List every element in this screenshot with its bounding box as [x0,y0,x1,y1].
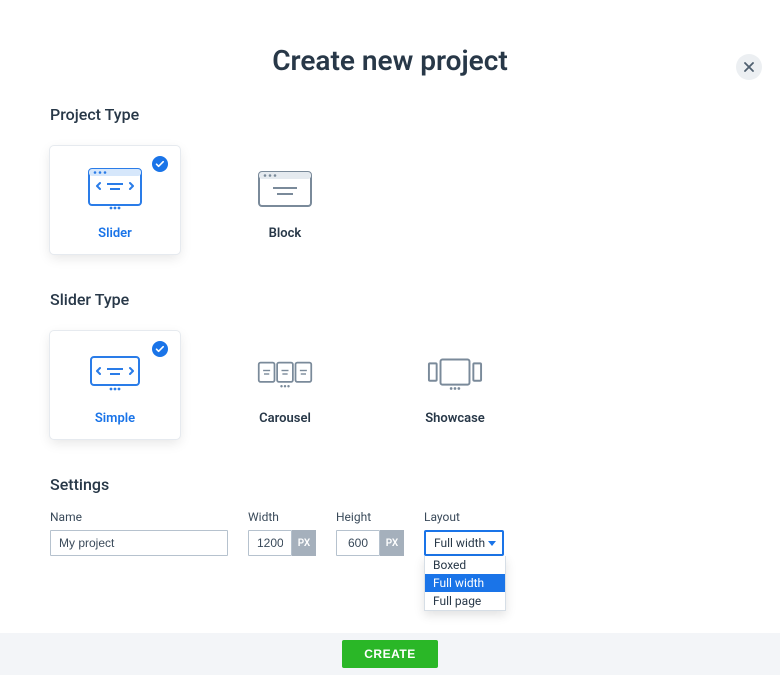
slider-type-carousel[interactable]: Carousel [220,331,350,439]
height-input[interactable] [336,530,380,556]
project-type-block[interactable]: Block [220,146,350,254]
width-label: Width [248,510,316,524]
slider-type-row: Simple Carousel [50,331,730,439]
chevron-down-icon [488,541,496,546]
height-label: Height [336,510,404,524]
create-button[interactable]: CREATE [342,640,437,668]
slider-type-label: Carousel [259,411,311,426]
section-settings-title: Settings [50,475,730,494]
name-input[interactable] [50,530,228,556]
field-height: Height PX [336,510,404,556]
layout-select[interactable]: Full width Boxed Full width Full page [424,530,504,556]
project-type-slider[interactable]: Slider [50,146,180,254]
showcase-icon [427,351,483,397]
slider-icon [87,166,143,212]
layout-value: Full width [434,536,485,550]
section-project-type-title: Project Type [50,105,730,124]
project-type-label: Block [269,226,302,241]
check-icon [152,156,168,172]
field-name: Name [50,510,228,556]
width-unit: PX [292,530,316,556]
page-title: Create new project [0,44,780,77]
slider-type-simple[interactable]: Simple [50,331,180,439]
height-unit: PX [380,530,404,556]
layout-option-boxed[interactable]: Boxed [425,556,505,574]
section-slider-type-title: Slider Type [50,290,730,309]
block-icon [257,166,313,212]
field-layout: Layout Full width Boxed Full width Full … [424,510,504,556]
layout-dropdown-menu: Boxed Full width Full page [424,556,506,611]
simple-slider-icon [87,351,143,397]
carousel-icon [257,351,313,397]
width-input[interactable] [248,530,292,556]
name-label: Name [50,510,228,524]
settings-row: Name Width PX Height PX Layout Full widt… [50,510,730,556]
close-button[interactable] [736,54,762,80]
layout-option-fullwidth[interactable]: Full width [425,574,505,592]
close-icon [744,62,754,72]
check-icon [152,341,168,357]
field-width: Width PX [248,510,316,556]
project-type-row: Slider Block [50,146,730,254]
footer: CREATE [0,633,780,675]
slider-type-showcase[interactable]: Showcase [390,331,520,439]
slider-type-label: Showcase [425,411,485,426]
slider-type-label: Simple [95,411,135,426]
layout-label: Layout [424,510,504,524]
layout-option-fullpage[interactable]: Full page [425,592,505,610]
project-type-label: Slider [98,226,132,241]
